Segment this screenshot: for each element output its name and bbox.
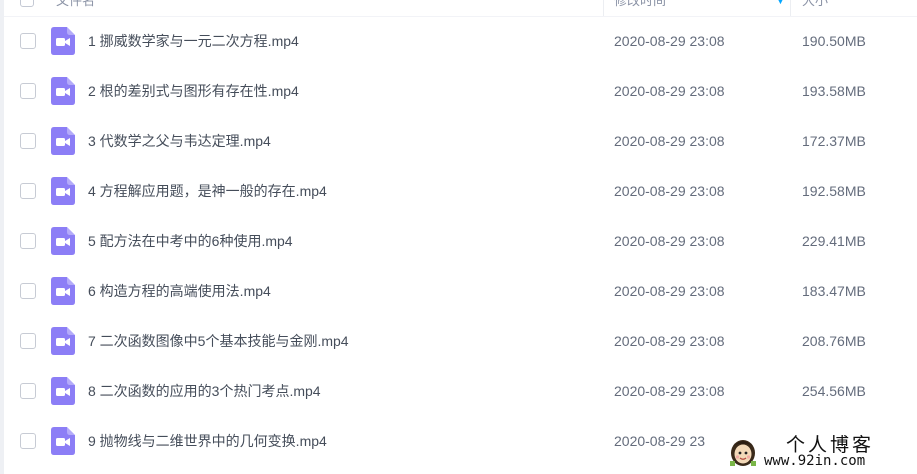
file-size: 208.76MB — [802, 333, 866, 349]
row-checkbox[interactable] — [20, 83, 36, 99]
video-file-icon — [51, 427, 75, 455]
row-checkbox[interactable] — [20, 33, 36, 49]
file-size: 183.47MB — [802, 283, 866, 299]
file-row[interactable]: 6 构造方程的高端使用法.mp4 2020-08-29 23:08 183.47MB — [4, 266, 917, 316]
column-header-name[interactable]: 文件名 — [56, 0, 95, 16]
file-row[interactable]: 5 配方法在中考中的6种使用.mp4 2020-08-29 23:08 229.41… — [4, 216, 917, 266]
file-modified-time: 2020-08-29 23:08 — [614, 83, 725, 99]
file-row[interactable]: 2 根的差别式与图形有存在性.mp4 2020-08-29 23:08 193.58… — [4, 66, 917, 116]
row-checkbox[interactable] — [20, 283, 36, 299]
file-name[interactable]: 2 根的差别式与图形有存在性.mp4 — [88, 66, 299, 116]
file-modified-time: 2020-08-29 23:08 — [614, 383, 725, 399]
column-divider — [790, 0, 791, 16]
file-list: 1 挪威数学家与一元二次方程.mp4 2020-08-29 23:08 190.50… — [4, 16, 917, 466]
file-modified-time: 2020-08-29 23:08 — [614, 333, 725, 349]
file-name[interactable]: 4 方程解应用题，是神一般的存在.mp4 — [88, 166, 327, 216]
video-file-icon — [51, 327, 75, 355]
file-list-header: 文件名 修改时间 ▼ 大小 — [4, 0, 917, 17]
file-name[interactable]: 3 代数学之父与韦达定理.mp4 — [88, 116, 271, 166]
file-modified-time: 2020-08-29 23:08 — [614, 133, 725, 149]
file-name[interactable]: 9 抛物线与二维世界中的几何变换.mp4 — [88, 416, 327, 466]
row-checkbox[interactable] — [20, 133, 36, 149]
file-size: 172.37MB — [802, 133, 866, 149]
video-file-icon — [51, 77, 75, 105]
file-name[interactable]: 8 二次函数的应用的3个热门考点.mp4 — [88, 366, 321, 416]
select-all-checkbox[interactable] — [20, 0, 34, 7]
column-header-modified[interactable]: 修改时间 — [614, 0, 666, 16]
sort-down-icon[interactable]: ▼ — [776, 0, 785, 16]
video-file-icon — [51, 377, 75, 405]
file-size: 254.56MB — [802, 383, 866, 399]
video-file-icon — [51, 27, 75, 55]
column-divider — [603, 0, 604, 16]
file-row[interactable]: 4 方程解应用题，是神一般的存在.mp4 2020-08-29 23:08 192.… — [4, 166, 917, 216]
row-checkbox[interactable] — [20, 183, 36, 199]
video-file-icon — [51, 177, 75, 205]
file-modified-time: 2020-08-29 23:08 — [614, 33, 725, 49]
file-size: 193.58MB — [802, 83, 866, 99]
column-header-size[interactable]: 大小 — [802, 0, 828, 16]
file-row[interactable]: 1 挪威数学家与一元二次方程.mp4 2020-08-29 23:08 190.50… — [4, 16, 917, 66]
file-size: 229.41MB — [802, 233, 866, 249]
file-row[interactable]: 7 二次函数图像中5个基本技能与金刚.mp4 2020-08-29 23:08 20… — [4, 316, 917, 366]
row-checkbox[interactable] — [20, 333, 36, 349]
site-watermark: 个人博客 www.92in.com — [724, 427, 917, 474]
row-checkbox[interactable] — [20, 383, 36, 399]
file-row[interactable]: 8 二次函数的应用的3个热门考点.mp4 2020-08-29 23:08 254.… — [4, 366, 917, 416]
file-name[interactable]: 7 二次函数图像中5个基本技能与金刚.mp4 — [88, 316, 349, 366]
file-modified-time: 2020-08-29 23 — [614, 433, 706, 449]
video-file-icon — [51, 277, 75, 305]
file-modified-time: 2020-08-29 23:08 — [614, 183, 725, 199]
video-file-icon — [51, 227, 75, 255]
file-size: 192.58MB — [802, 183, 866, 199]
file-name[interactable]: 5 配方法在中考中的6种使用.mp4 — [88, 216, 293, 266]
file-modified-time: 2020-08-29 23:08 — [614, 233, 725, 249]
file-name[interactable]: 6 构造方程的高端使用法.mp4 — [88, 266, 271, 316]
video-file-icon — [51, 127, 75, 155]
file-modified-time: 2020-08-29 23:08 — [614, 283, 725, 299]
file-row[interactable]: 3 代数学之父与韦达定理.mp4 2020-08-29 23:08 172.37MB — [4, 116, 917, 166]
row-checkbox[interactable] — [20, 233, 36, 249]
watermark-url: www.92in.com — [764, 453, 866, 469]
file-name[interactable]: 1 挪威数学家与一元二次方程.mp4 — [88, 16, 299, 66]
file-size: 190.50MB — [802, 33, 866, 49]
row-checkbox[interactable] — [20, 433, 36, 449]
mascot-logo-icon — [730, 440, 756, 466]
